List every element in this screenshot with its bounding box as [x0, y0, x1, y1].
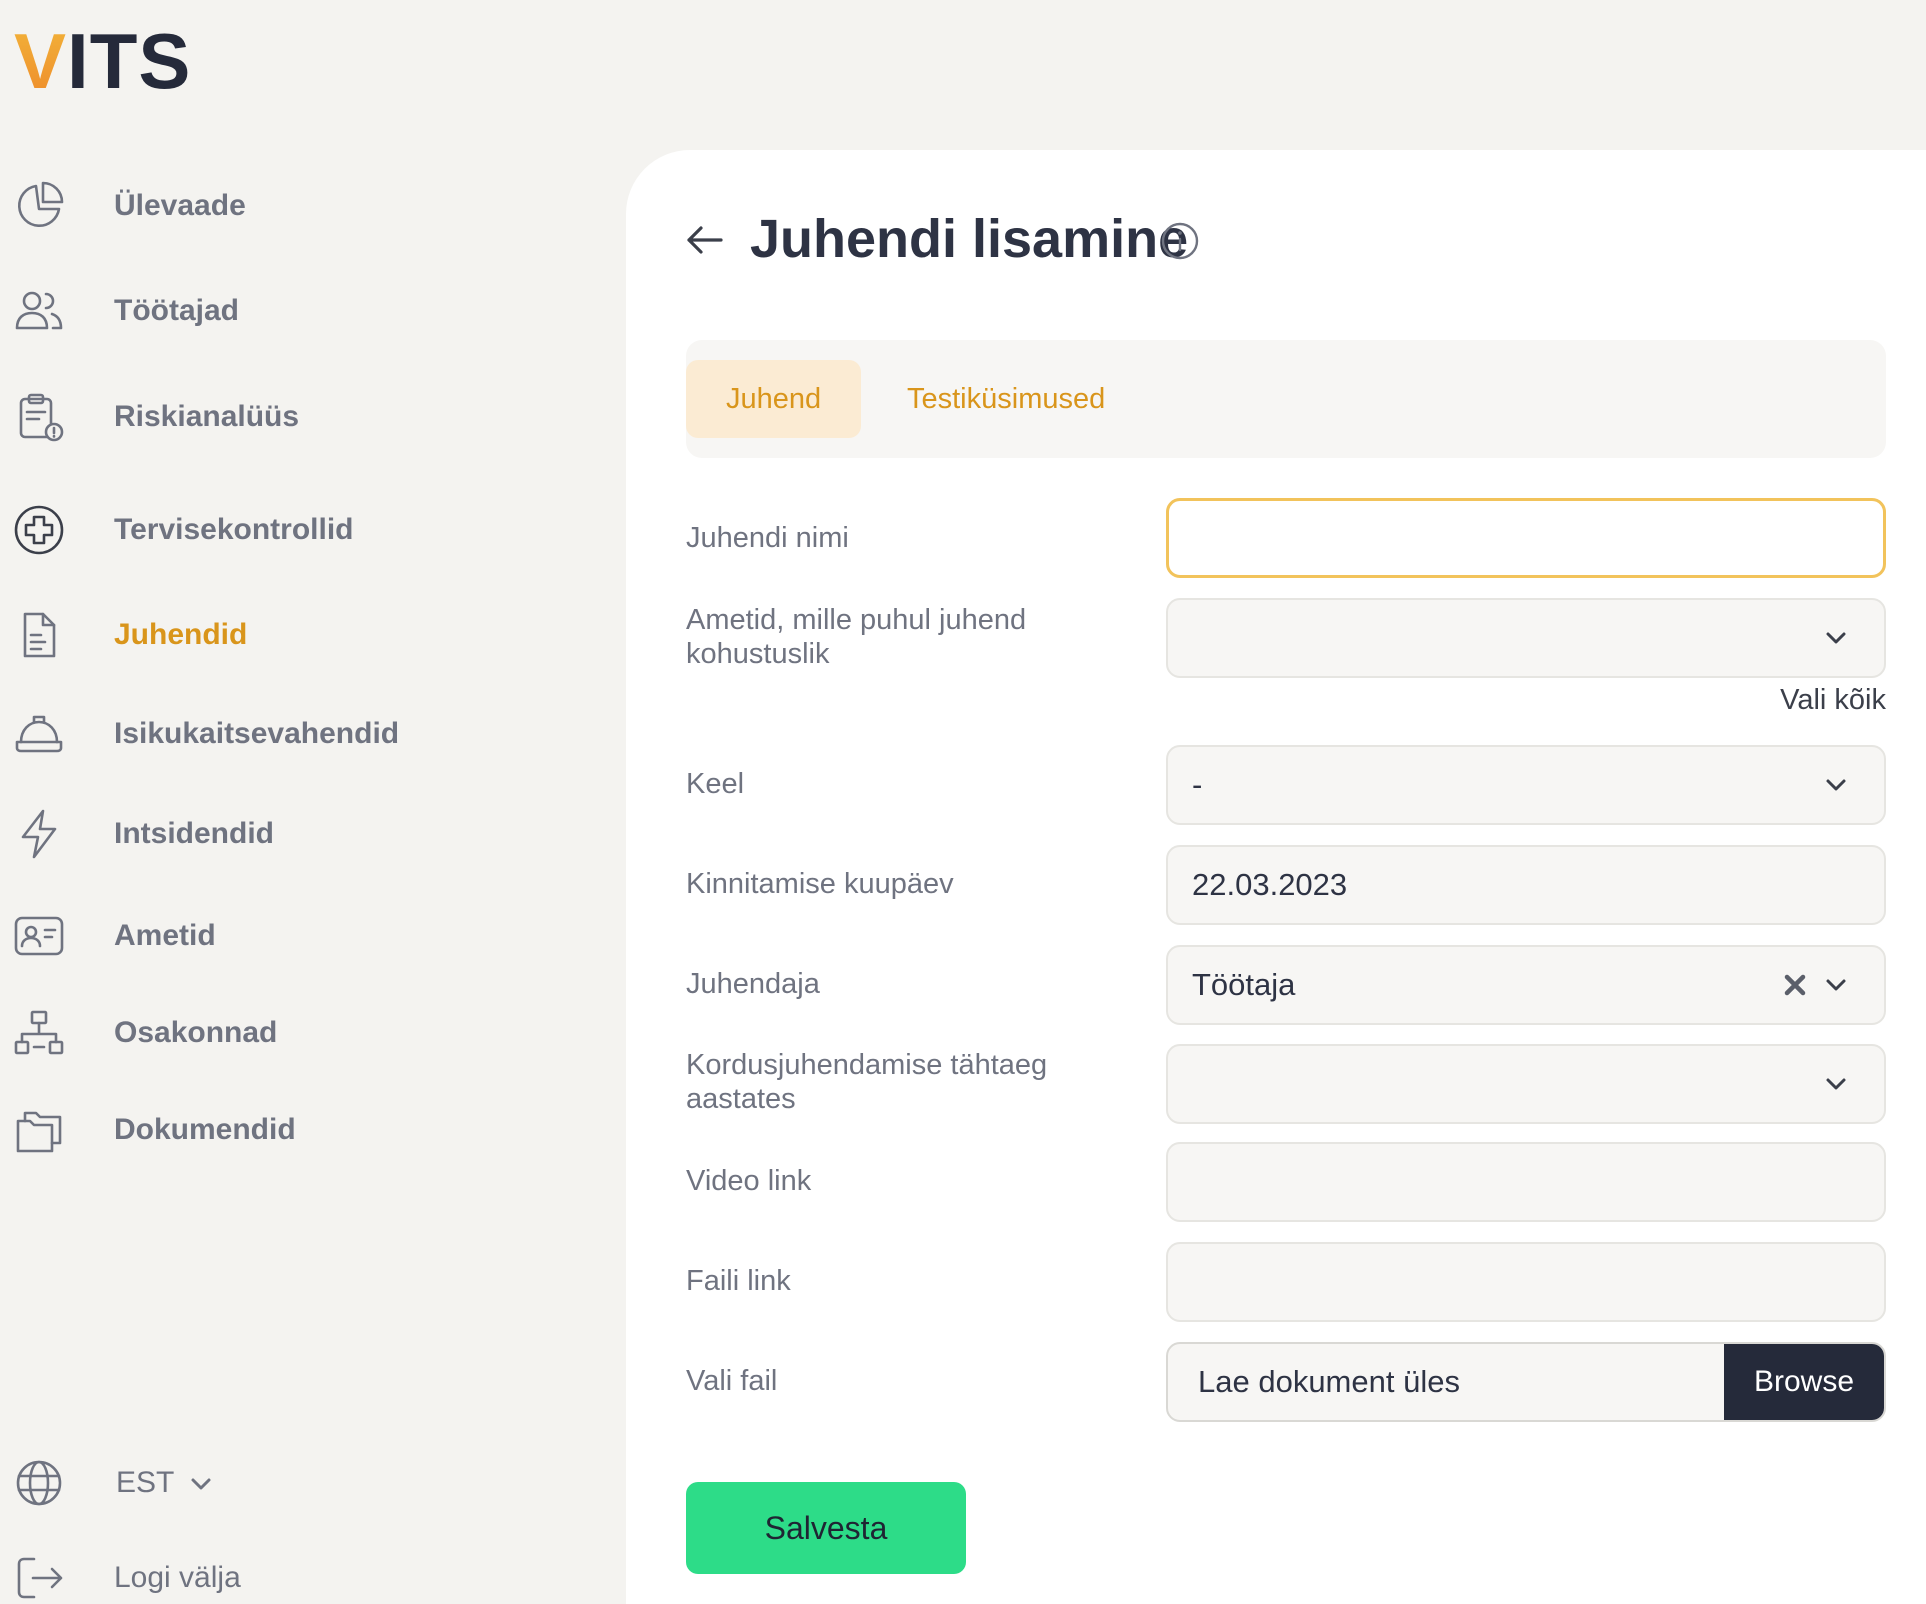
- tab-bar: Juhend Testiküsimused: [686, 340, 1886, 458]
- clipboard-alert-icon: [12, 390, 66, 444]
- chevron-down-icon: [191, 1478, 211, 1490]
- file-link-label: Faili link: [686, 1265, 791, 1297]
- page-title: Juhendi lisamine: [750, 209, 1189, 269]
- logout-icon: [12, 1551, 66, 1604]
- sidebar-item-ametid[interactable]: Ametid: [0, 896, 600, 976]
- sidebar-item-tootajad[interactable]: Töötajad: [0, 271, 600, 351]
- sidebar-item-label: Isikukaitsevahendid: [114, 717, 400, 750]
- document-icon: [12, 608, 66, 662]
- video-link-input[interactable]: [1166, 1142, 1886, 1222]
- file-label: Vali fail: [686, 1365, 778, 1397]
- sidebar-item-riskianaluus[interactable]: Riskianalüüs: [0, 377, 600, 457]
- instructor-select[interactable]: Töötaja: [1166, 945, 1886, 1025]
- sidebar-item-label: Riskianalüüs: [114, 400, 300, 433]
- sidebar-item-label: Töötajad: [114, 294, 239, 327]
- file-upload-field[interactable]: Lae dokument üles Browse: [1166, 1342, 1886, 1422]
- file-link-input[interactable]: [1166, 1242, 1886, 1322]
- chevron-down-icon: [1826, 1078, 1846, 1090]
- lightning-icon: [12, 807, 66, 861]
- sidebar-item-label: Intsidendid: [114, 817, 274, 850]
- hard-hat-icon: [12, 707, 66, 761]
- folders-icon: [12, 1103, 66, 1157]
- video-link-label: Video link: [686, 1165, 812, 1197]
- vits-logo: VITS: [14, 17, 192, 105]
- file-upload-placeholder: Lae dokument üles: [1198, 1364, 1460, 1399]
- repeat-years-select[interactable]: [1166, 1044, 1886, 1124]
- language-field-label: Keel: [686, 768, 745, 800]
- positions-select[interactable]: [1166, 598, 1886, 678]
- sidebar-item-label: Ametid: [114, 919, 216, 952]
- sidebar-item-label: Osakonnad: [114, 1016, 278, 1049]
- sidebar-item-ulevaade[interactable]: Ülevaade: [0, 166, 600, 246]
- sidebar-item-label: Tervisekontrollid: [114, 513, 354, 546]
- browse-button[interactable]: Browse: [1724, 1344, 1884, 1420]
- back-arrow-icon[interactable]: [683, 218, 727, 262]
- chart-pie-icon: [12, 179, 66, 233]
- language-selector[interactable]: EST: [0, 1443, 600, 1523]
- sidebar-item-label: Juhendid: [114, 618, 248, 651]
- chevron-down-icon: [1826, 979, 1846, 991]
- save-button[interactable]: Salvesta: [686, 1482, 966, 1574]
- info-icon[interactable]: [1160, 221, 1200, 261]
- logout-label: Logi välja: [114, 1561, 241, 1594]
- positions-label: Ametid, mille puhul juhend kohustuslik: [686, 604, 1027, 670]
- id-card-icon: [12, 909, 66, 963]
- sidebar-item-osakonnad[interactable]: Osakonnad: [0, 993, 600, 1073]
- clear-icon[interactable]: [1780, 970, 1810, 1000]
- select-all-link[interactable]: Vali kõik: [1780, 684, 1886, 717]
- language-select[interactable]: -: [1166, 745, 1886, 825]
- users-icon: [12, 284, 66, 338]
- instructor-label: Juhendaja: [686, 968, 820, 1000]
- sidebar-item-juhendid[interactable]: Juhendid: [0, 595, 600, 675]
- sidebar-item-label: Dokumendid: [114, 1113, 296, 1146]
- repeat-label: Kordusjuhendamise tähtaeg aastates: [686, 1049, 1048, 1115]
- tab-juhend[interactable]: Juhend: [686, 360, 862, 438]
- date-label: Kinnitamise kuupäev: [686, 868, 954, 900]
- date-input[interactable]: 22.03.2023: [1166, 845, 1886, 925]
- name-input[interactable]: [1166, 498, 1886, 578]
- logout-button[interactable]: Logi välja: [0, 1538, 600, 1604]
- medical-cross-icon: [12, 503, 66, 557]
- sidebar-item-intsidendid[interactable]: Intsidendid: [0, 794, 600, 874]
- globe-icon: [12, 1456, 66, 1510]
- sidebar-item-tervisekontrollid[interactable]: Tervisekontrollid: [0, 490, 600, 570]
- sidebar-item-dokumendid[interactable]: Dokumendid: [0, 1090, 600, 1170]
- tab-testikusimused[interactable]: Testiküsimused: [867, 360, 1145, 438]
- chevron-down-icon: [1826, 779, 1846, 791]
- name-label: Juhendi nimi: [686, 522, 849, 554]
- sidebar-item-isikukaitsevahendid[interactable]: Isikukaitsevahendid: [0, 694, 600, 774]
- chevron-down-icon: [1826, 632, 1846, 644]
- org-chart-icon: [12, 1006, 66, 1060]
- sidebar-item-label: Ülevaade: [114, 189, 246, 222]
- language-label: EST: [116, 1466, 174, 1499]
